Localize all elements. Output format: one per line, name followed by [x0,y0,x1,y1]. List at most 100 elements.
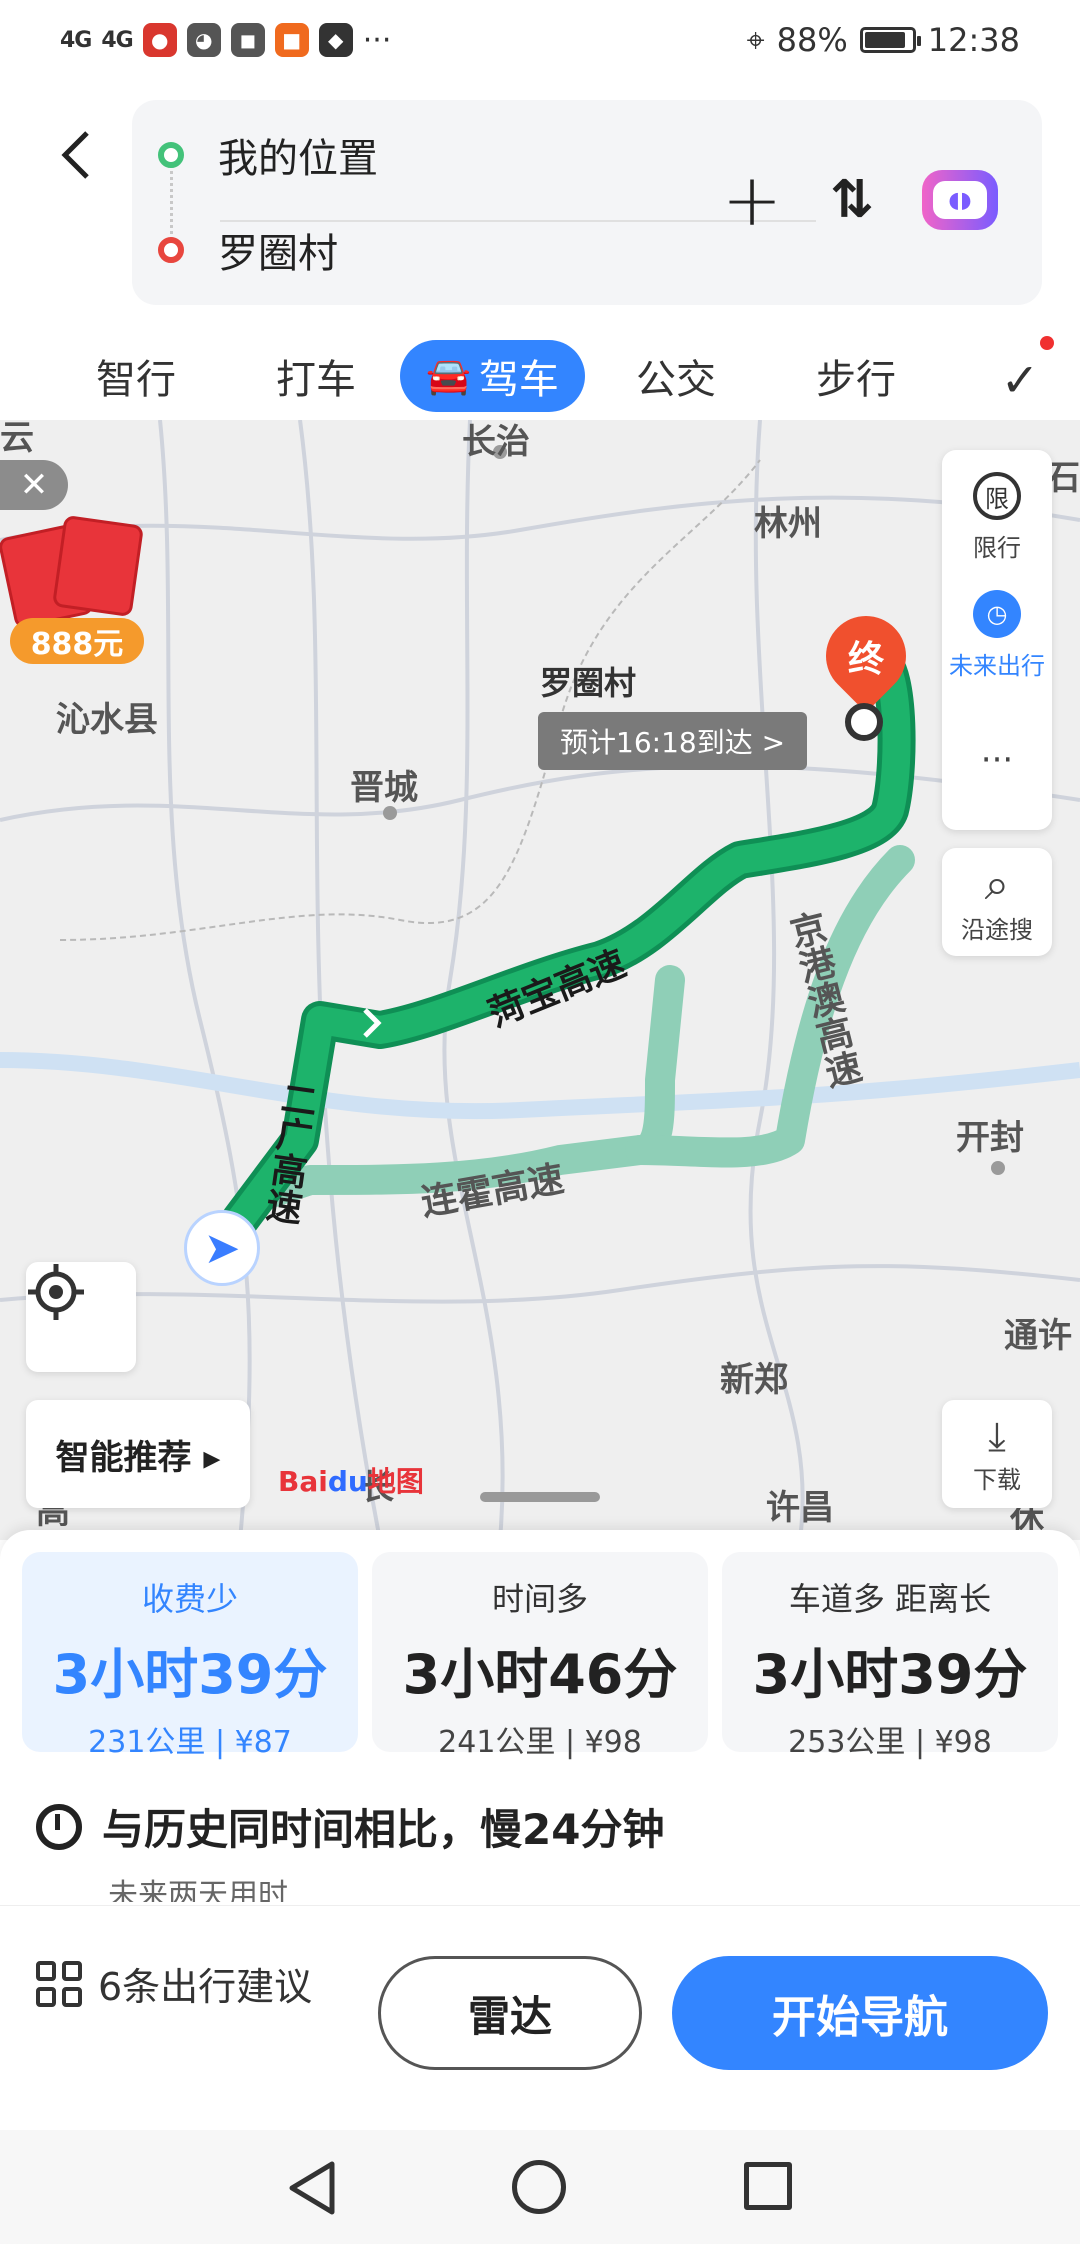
restriction-button[interactable]: 限 限行 [942,472,1052,563]
travel-suggestions-button[interactable]: 6条出行建议 [36,1956,312,2011]
restriction-icon: 限 [973,472,1021,520]
city-label: 林州 [754,504,822,544]
route-option-card[interactable]: 收费少 3小时39分 231公里 | ¥87 [22,1552,358,1760]
notification-dot [1040,336,1054,350]
destination-field[interactable]: 罗圈村 [132,205,338,295]
city-label: 开封 [956,1118,1024,1158]
nav-back-icon[interactable] [286,2160,338,2216]
route-input-box: 我的位置 罗圈村 + ⇅ ◖◗ [132,100,1042,305]
tab-drive-label: 驾车 [478,357,559,403]
history-clock-icon [36,1803,82,1850]
city-label: 通许 [1004,1316,1072,1356]
status-bar: 4G 4G ● ◕ ◼ ■ ◆ ··· ⌖ 88% 12:38 [0,0,1080,80]
redpack-promo[interactable]: 888元 [0,514,146,680]
smart-recommend-button[interactable]: 智能推荐 ▸ [26,1400,250,1508]
signal-icon: 4G [60,27,92,53]
app-icon: ◆ [318,23,353,57]
history-note: 与历史同时间相比，慢24分钟 [102,1805,665,1854]
back-button[interactable] [40,120,110,190]
destination-dot-icon [158,237,184,263]
route-header: 我的位置 罗圈村 + ⇅ ◖◗ [0,80,1080,320]
future-trip-button[interactable]: ◷ 未来出行 [942,590,1052,681]
route-time: 3小时39分 [752,1643,1028,1706]
recenter-button[interactable] [26,1262,136,1372]
battery-percent: 88% [776,21,848,59]
car-icon: 🚘 [426,356,471,397]
radar-button[interactable]: 雷达 [378,1956,642,2070]
more-notifications: ··· [362,22,392,58]
restriction-label: 限行 [973,534,1021,562]
chevron-left-icon [61,131,89,179]
route-meta: 241公里 | ¥98 [438,1725,642,1760]
tab-drive[interactable]: 🚘 驾车 [400,340,585,412]
nav-home-icon[interactable] [512,2160,566,2214]
clock: 12:38 [927,21,1020,59]
grid-icon [36,1960,82,2007]
timer-icon: ◷ [973,590,1021,638]
end-point-icon [845,703,883,741]
route-meta: 253公里 | ¥98 [788,1725,992,1760]
search-along-button[interactable]: ⌕ 沿途搜 [942,848,1052,956]
route-tag: 时间多 [491,1580,588,1618]
wechat-icon: ◕ [186,23,221,57]
swap-route-button[interactable]: ⇅ [812,160,892,240]
route-option-card[interactable]: 车道多 距离长 3小时39分 253公里 | ¥98 [722,1552,1058,1760]
nav-recent-icon[interactable] [744,2162,792,2210]
destination-map-label: 罗圈村 [540,664,637,702]
history-comparison[interactable]: 与历史同时间相比，慢24分钟 [36,1796,664,1857]
start-navigation-button[interactable]: 开始导航 [672,1956,1048,2070]
crosshair-icon [28,1264,84,1320]
city-label: 新郑 [720,1360,788,1400]
assistant-button[interactable]: ◖◗ [922,170,998,230]
system-nav-bar [0,2130,1080,2244]
sheet-drag-handle[interactable] [480,1492,600,1502]
travel-mode-tabs: 智行 打车 🚘 驾车 公交 步行 ✓ [0,320,1080,420]
download-label: 下载 [973,1465,1021,1494]
route-meta: 231公里 | ¥87 [88,1725,292,1760]
more-modes-icon[interactable]: ✓ [990,350,1050,410]
route-tag: 收费少 [141,1580,238,1618]
route-tag: 车道多 距离长 [788,1580,992,1618]
future-note: 未来两天用时 [108,1878,288,1902]
assistant-icon: ◖◗ [933,181,987,219]
future-trip-label: 未来出行 [949,652,1045,680]
city-label: 云 [0,420,34,458]
search-along-label: 沿途搜 [961,916,1033,944]
tab-smart[interactable]: 智行 [96,340,176,412]
map-side-tools: 限 限行 ◷ 未来出行 ··· [942,450,1052,830]
close-redpack-button[interactable]: ✕ [0,460,68,510]
origin-field[interactable]: 我的位置 [132,110,378,200]
baidu-map-logo: Baidu地图 [278,1465,424,1498]
route-time: 3小时46分 [402,1643,678,1706]
action-bar: 6条出行建议 雷达 开始导航 [0,1905,1080,2125]
city-label: 许昌 [766,1488,834,1528]
mic-app-icon: ● [142,23,177,57]
map-view[interactable]: 长治 林州 沁水县 晋城 开封 新郑 许昌 通许 云 石 高 长 休 菏宝高速 … [0,420,1080,1540]
tab-transit[interactable]: 公交 [636,340,716,412]
message-icon: ◼ [230,23,265,57]
origin-dot-icon [158,142,184,168]
more-tools-button[interactable]: ··· [942,740,1052,780]
search-icon: ⌕ [984,859,1010,910]
download-map-button[interactable]: ⤓ 下载 [942,1400,1052,1508]
suggestions-label: 6条出行建议 [98,1965,313,2009]
route-time: 3小时39分 [52,1643,328,1706]
redpack-amount: 888元 [10,618,144,664]
tab-walk[interactable]: 步行 [816,340,896,412]
signal-icon: 4G [101,27,133,53]
destination-label: 罗圈村 [218,231,338,277]
eta-tag[interactable]: 预计16:18到达 > [538,712,808,770]
redpack-icon [51,514,145,618]
city-label: 沁水县 [56,700,158,740]
current-location-icon: ➤ [184,1210,260,1286]
battery-icon [859,27,921,53]
download-icon: ⤓ [988,1413,1006,1460]
route-options-sheet: 收费少 3小时39分 231公里 | ¥87 时间多 3小时46分 241公里 … [0,1530,1080,1910]
route-option-card[interactable]: 时间多 3小时46分 241公里 | ¥98 [372,1552,708,1760]
location-icon: ⌖ [746,20,765,59]
city-label: 晋城 [350,768,418,808]
city-label: 长治 [462,422,530,462]
tab-taxi[interactable]: 打车 [276,340,356,412]
add-waypoint-button[interactable]: + [712,158,792,242]
origin-label: 我的位置 [218,136,378,182]
